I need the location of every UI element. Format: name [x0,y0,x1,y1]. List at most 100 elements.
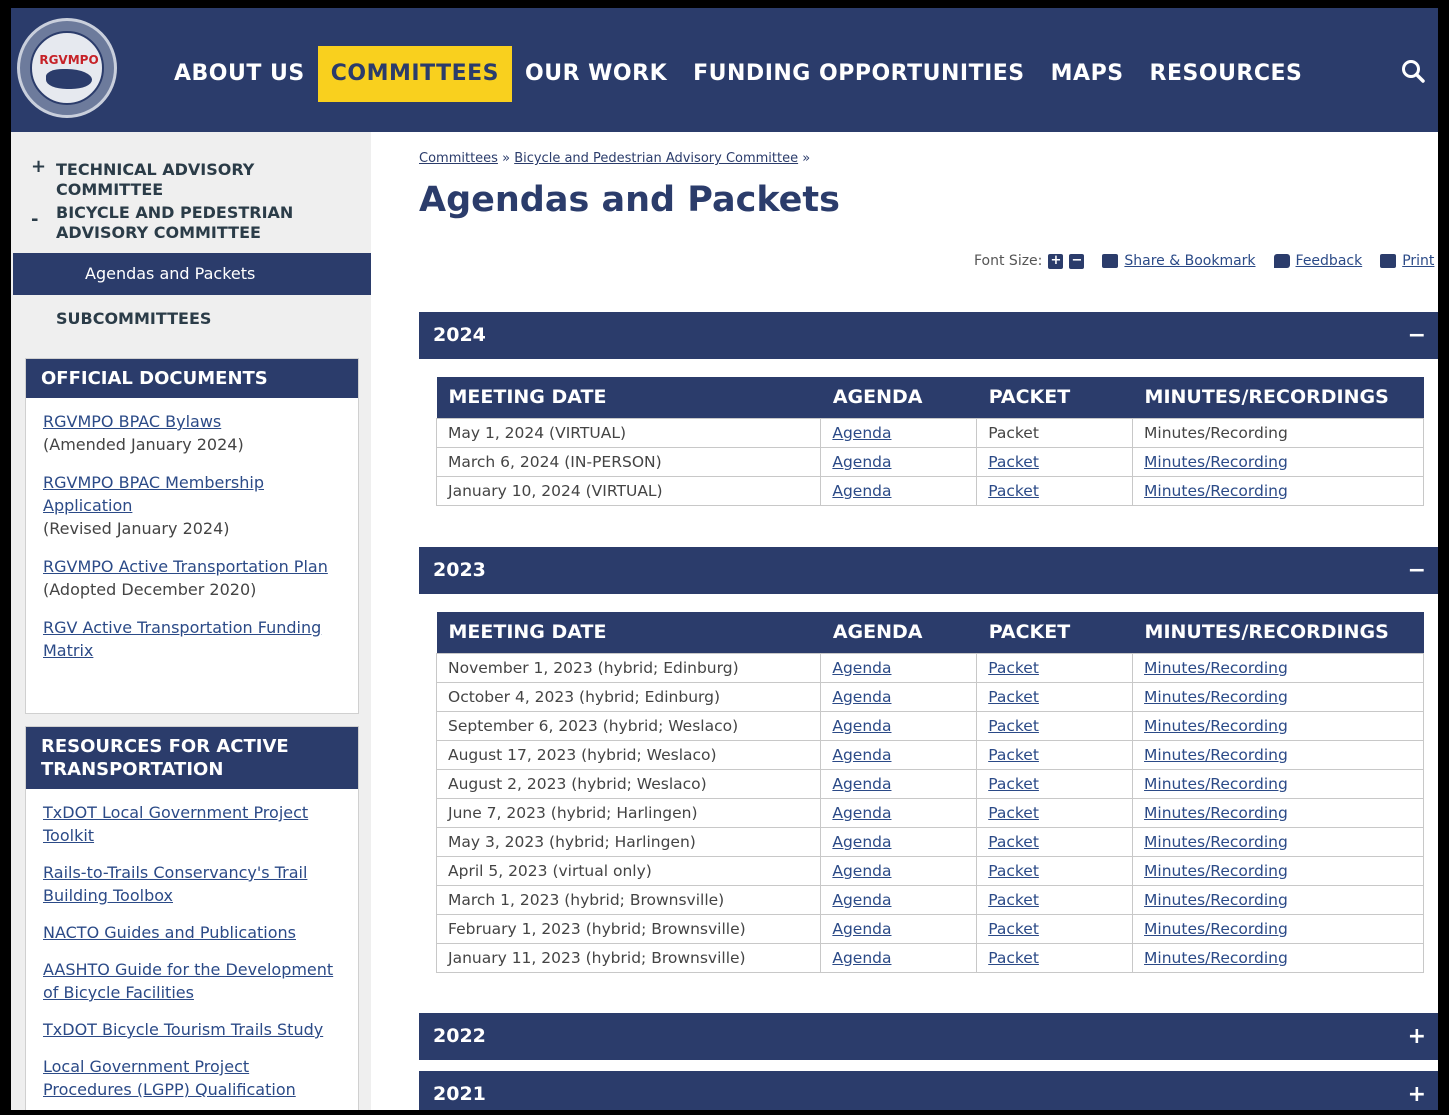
packet-link[interactable]: Packet [988,891,1039,909]
year-header-2021[interactable]: 2021 + [419,1071,1438,1110]
agenda-link[interactable]: Agenda [832,482,891,500]
breadcrumb-bpac-link[interactable]: Bicycle and Pedestrian Advisory Committe… [514,151,798,166]
year-header-2022[interactable]: 2022 + [419,1013,1438,1060]
agenda-link[interactable]: Agenda [832,920,891,938]
official-documents-list: RGVMPO BPAC Bylaws (Amended January 2024)… [26,398,358,685]
minutes-link[interactable]: Minutes/Recording [1144,688,1288,706]
agenda-link[interactable]: Agenda [832,717,891,735]
breadcrumb-separator: » [802,151,811,166]
packet-link[interactable]: Packet [988,775,1039,793]
table-row: January 11, 2023 (hybrid; Brownsville) Ag… [435,942,1424,973]
column-header-date: MEETING DATE [436,377,821,418]
column-header-packet: PACKET [976,612,1133,653]
resource-link[interactable]: AASHTO Guide for the Development of Bicy… [43,960,333,1002]
resource-link[interactable]: TxDOT Local Government Project Toolkit [43,803,308,845]
packet-link[interactable]: Packet [988,688,1039,706]
packet-link[interactable]: Packet [988,862,1039,880]
year-header-2023[interactable]: 2023 − [419,547,1438,594]
packet-link[interactable]: Packet [988,717,1039,735]
sidebar-subitem-agendas-and-packets[interactable]: Agendas and Packets [13,253,371,295]
agenda-cell: Agenda [820,475,978,506]
resource-item: TxDOT Bicycle Tourism Trails Study [43,1018,341,1041]
official-document-link[interactable]: RGVMPO BPAC Bylaws [43,412,221,431]
font-decrease-icon[interactable]: − [1069,253,1085,269]
minutes-link[interactable]: Minutes/Recording [1144,482,1288,500]
minutes-link[interactable]: Minutes/Recording [1144,775,1288,793]
expand-plus-icon[interactable]: + [1408,1071,1426,1110]
packet-cell: Packet [976,913,1134,944]
minutes-cell: Minutes/Recording [1132,417,1424,448]
minutes-link[interactable]: Minutes/Recording [1144,659,1288,677]
agenda-link[interactable]: Agenda [832,424,891,442]
agenda-link[interactable]: Agenda [832,833,891,851]
table-row: August 2, 2023 (hybrid; Weslaco) Agenda Pa… [435,768,1424,799]
nav-resources[interactable]: RESOURCES [1137,46,1316,102]
packet-link[interactable]: Packet [988,453,1039,471]
minutes-link[interactable]: Minutes/Recording [1144,891,1288,909]
agenda-cell: Agenda [820,797,978,828]
resource-item: NACTO Guides and Publications [43,921,341,944]
print-link[interactable]: Print [1402,253,1434,269]
search-icon[interactable] [1400,58,1426,84]
resource-link[interactable]: TxDOT Bicycle Tourism Trails Study [43,1020,323,1039]
minutes-link[interactable]: Minutes/Recording [1144,717,1288,735]
minutes-cell: Minutes/Recording [1132,475,1424,506]
packet-link[interactable]: Packet [988,659,1039,677]
packet-link[interactable]: Packet [988,949,1039,967]
meeting-date-cell: January 11, 2023 (hybrid; Brownsville) [435,942,822,973]
minutes-link[interactable]: Minutes/Recording [1144,453,1288,471]
agenda-link[interactable]: Agenda [832,862,891,880]
resource-link[interactable]: Local Government Project Procedures (LGP… [43,1057,296,1099]
feedback-link[interactable]: Feedback [1296,253,1363,269]
collapse-minus-icon[interactable]: − [1408,312,1426,359]
minutes-link[interactable]: Minutes/Recording [1144,833,1288,851]
nav-maps[interactable]: MAPS [1038,46,1137,102]
agenda-cell: Agenda [820,942,978,973]
agenda-link[interactable]: Agenda [832,804,891,822]
packet-text: Packet [988,423,1039,442]
minutes-link[interactable]: Minutes/Recording [1144,862,1288,880]
packet-link[interactable]: Packet [988,920,1039,938]
font-increase-icon[interactable]: + [1048,253,1064,269]
minutes-link[interactable]: Minutes/Recording [1144,920,1288,938]
nav-committees[interactable]: COMMITTEES [317,46,512,102]
packet-link[interactable]: Packet [988,482,1039,500]
packet-link[interactable]: Packet [988,833,1039,851]
page: RGVMPO ABOUT US COMMITTEES OUR WORK FUNDING… [11,8,1438,1110]
agenda-link[interactable]: Agenda [832,891,891,909]
nav-about-us[interactable]: ABOUT US [161,46,318,102]
official-document-link[interactable]: RGVMPO BPAC Membership Application [43,473,264,515]
share-bookmark-link[interactable]: Share & Bookmark [1124,253,1255,269]
resource-item: TxDOT Local Government Project Toolkit [43,801,341,847]
resources-heading: RESOURCES FOR ACTIVE TRANSPORTATION [26,727,358,789]
packet-link[interactable]: Packet [988,804,1039,822]
packet-link[interactable]: Packet [988,746,1039,764]
minutes-link[interactable]: Minutes/Recording [1144,746,1288,764]
agenda-link[interactable]: Agenda [832,775,891,793]
table-row: May 1, 2024 (VIRTUAL) Agenda Packet Minutes… [435,417,1424,448]
packet-cell: Packet [976,652,1134,683]
resource-link[interactable]: Rails-to-Trails Conservancy's Trail Buil… [43,863,307,905]
nav-funding-opportunities[interactable]: FUNDING OPPORTUNITIES [680,46,1038,102]
agenda-link[interactable]: Agenda [832,949,891,967]
minutes-link[interactable]: Minutes/Recording [1144,949,1288,967]
agenda-cell: Agenda [820,652,978,683]
resource-link[interactable]: NACTO Guides and Publications [43,923,296,942]
agenda-link[interactable]: Agenda [832,746,891,764]
agenda-link[interactable]: Agenda [832,659,891,677]
minutes-text: Minutes/Recording [1144,423,1288,442]
official-document-link[interactable]: RGVMPO Active Transportation Plan [43,557,328,576]
agenda-link[interactable]: Agenda [832,688,891,706]
minutes-link[interactable]: Minutes/Recording [1144,804,1288,822]
packet-cell: Packet [976,855,1134,886]
rgvmpo-logo[interactable]: RGVMPO [17,18,117,118]
breadcrumb-committees-link[interactable]: Committees [419,151,498,166]
expand-plus-icon[interactable]: + [1408,1013,1426,1060]
screen-frame: RGVMPO ABOUT US COMMITTEES OUR WORK FUNDING… [0,0,1449,1115]
official-document-link[interactable]: RGV Active Transportation Funding Matrix [43,618,321,660]
collapse-minus-icon[interactable]: − [1408,547,1426,594]
agenda-link[interactable]: Agenda [832,453,891,471]
table-row: June 7, 2023 (hybrid; Harlingen) Agenda Pa… [435,797,1424,828]
nav-our-work[interactable]: OUR WORK [512,46,680,102]
year-header-2024[interactable]: 2024 − [419,312,1438,359]
